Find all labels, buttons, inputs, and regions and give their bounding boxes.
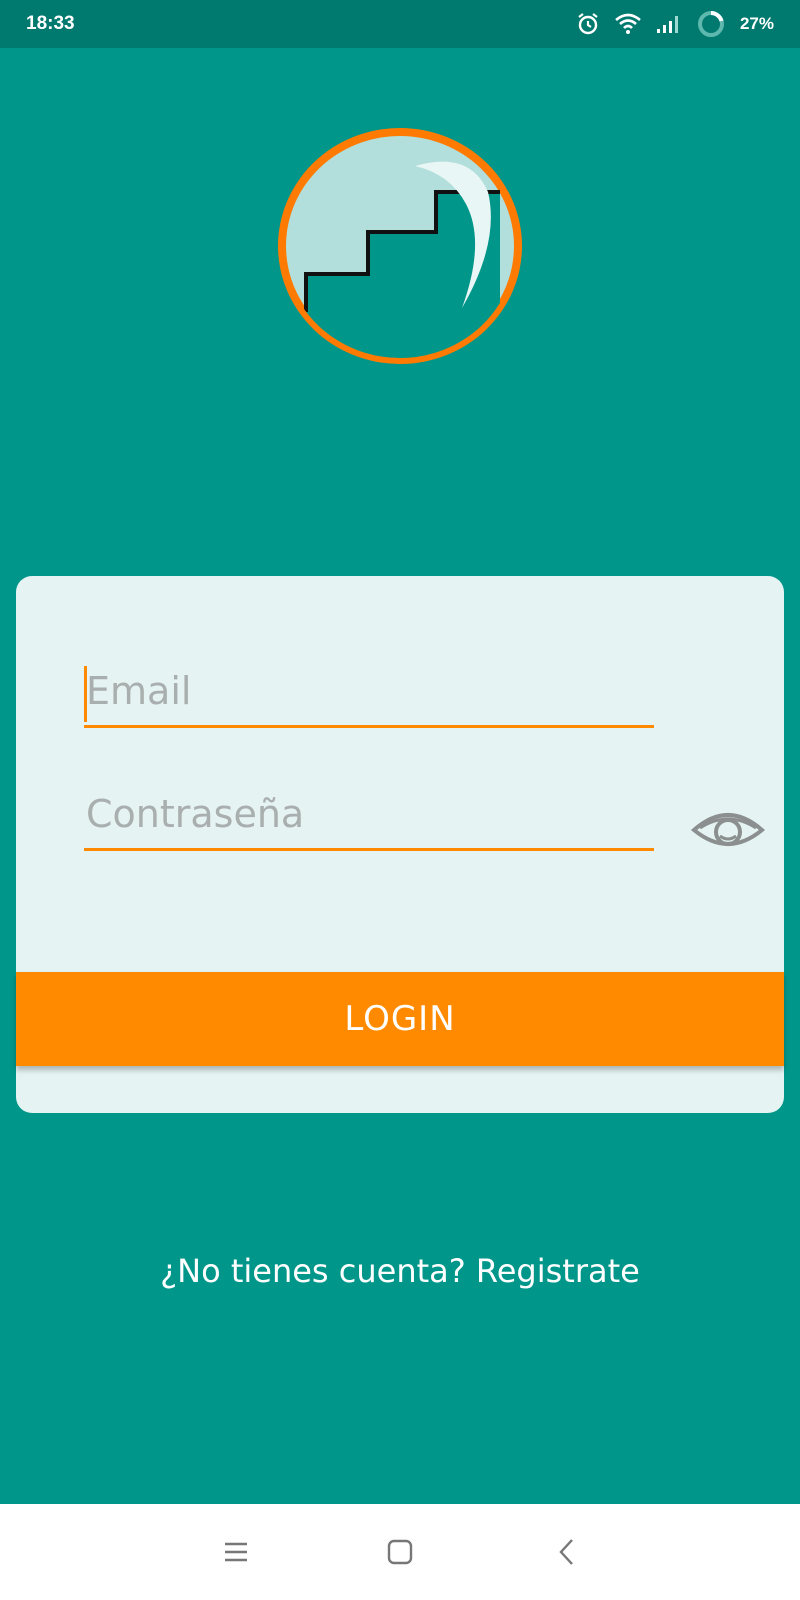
login-card: LOGIN [16,576,784,1113]
battery-percentage: 27% [739,14,774,33]
status-time: 18:33 [26,13,75,34]
password-input[interactable] [84,788,654,840]
battery-ring-icon [697,11,724,37]
email-input[interactable] [84,665,654,717]
status-bar: 18:33 27% [0,0,800,48]
menu-icon[interactable] [218,1534,254,1570]
app-logo [278,128,522,364]
status-icons: 27% [576,9,774,39]
back-icon[interactable] [550,1534,586,1570]
email-field-container [84,658,654,728]
eye-icon[interactable] [690,804,766,854]
password-field-container [84,781,654,851]
login-button[interactable]: LOGIN [16,972,784,1066]
wifi-icon [615,13,641,34]
home-icon[interactable] [382,1534,418,1570]
alarm-icon [578,13,598,35]
register-link[interactable]: ¿No tienes cuenta? Registrate [0,1252,800,1290]
navigation-bar [0,1504,800,1600]
signal-icon [656,16,678,33]
